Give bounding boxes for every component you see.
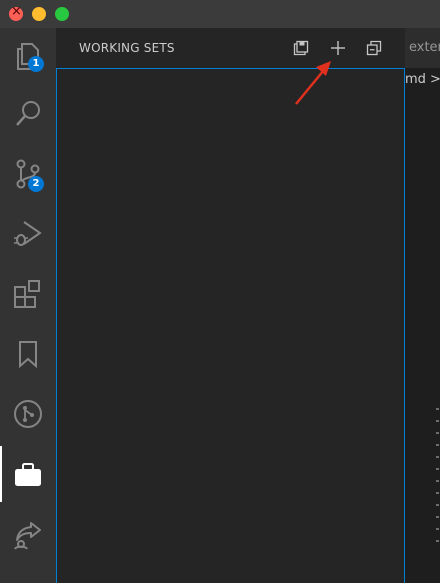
source-control-badge: 2 — [28, 176, 44, 192]
activity-run-debug[interactable] — [0, 206, 56, 262]
activity-extensions[interactable] — [0, 266, 56, 322]
activity-search[interactable] — [0, 86, 56, 142]
editor-tab[interactable]: extens — [405, 28, 440, 68]
new-working-set-button[interactable] — [327, 37, 349, 59]
editor-area: extens md > — [405, 28, 440, 583]
plus-icon — [331, 41, 345, 55]
working-sets-sidebar: WORKING SETS — [56, 28, 408, 583]
minimize-window-button[interactable] — [32, 7, 46, 21]
sidebar-header: WORKING SETS — [56, 28, 408, 68]
title-bar — [0, 0, 440, 28]
activity-git-graph[interactable] — [0, 386, 56, 442]
live-share-icon — [14, 522, 41, 550]
working-sets-list[interactable] — [56, 68, 405, 583]
save-all-icon — [293, 40, 309, 56]
bookmark-icon — [19, 341, 37, 369]
breadcrumb[interactable]: md > — [405, 70, 440, 92]
activity-bookmarks[interactable] — [0, 326, 56, 382]
search-icon — [16, 101, 40, 126]
activity-live-share[interactable] — [0, 506, 56, 562]
collapse-all-icon — [366, 40, 382, 56]
extensions-icon — [14, 280, 40, 308]
activity-source-control[interactable]: 2 — [0, 146, 56, 202]
activity-working-sets[interactable] — [0, 446, 56, 502]
activity-explorer[interactable]: 1 — [0, 28, 56, 84]
save-working-set-button[interactable] — [290, 37, 312, 59]
editor-tab-label: extens — [409, 40, 440, 55]
breadcrumb-label: md > — [405, 72, 440, 87]
run-debug-icon — [14, 221, 42, 246]
git-graph-icon — [14, 400, 42, 428]
editor-text-fragments — [436, 408, 440, 583]
explorer-badge: 1 — [28, 56, 44, 72]
maximize-window-button[interactable] — [55, 7, 69, 21]
close-window-button[interactable] — [9, 4, 23, 21]
sidebar-title: WORKING SETS — [79, 41, 175, 55]
briefcase-icon — [15, 463, 41, 486]
activity-bar: 1 2 — [0, 28, 56, 583]
collapse-all-button[interactable] — [363, 37, 385, 59]
